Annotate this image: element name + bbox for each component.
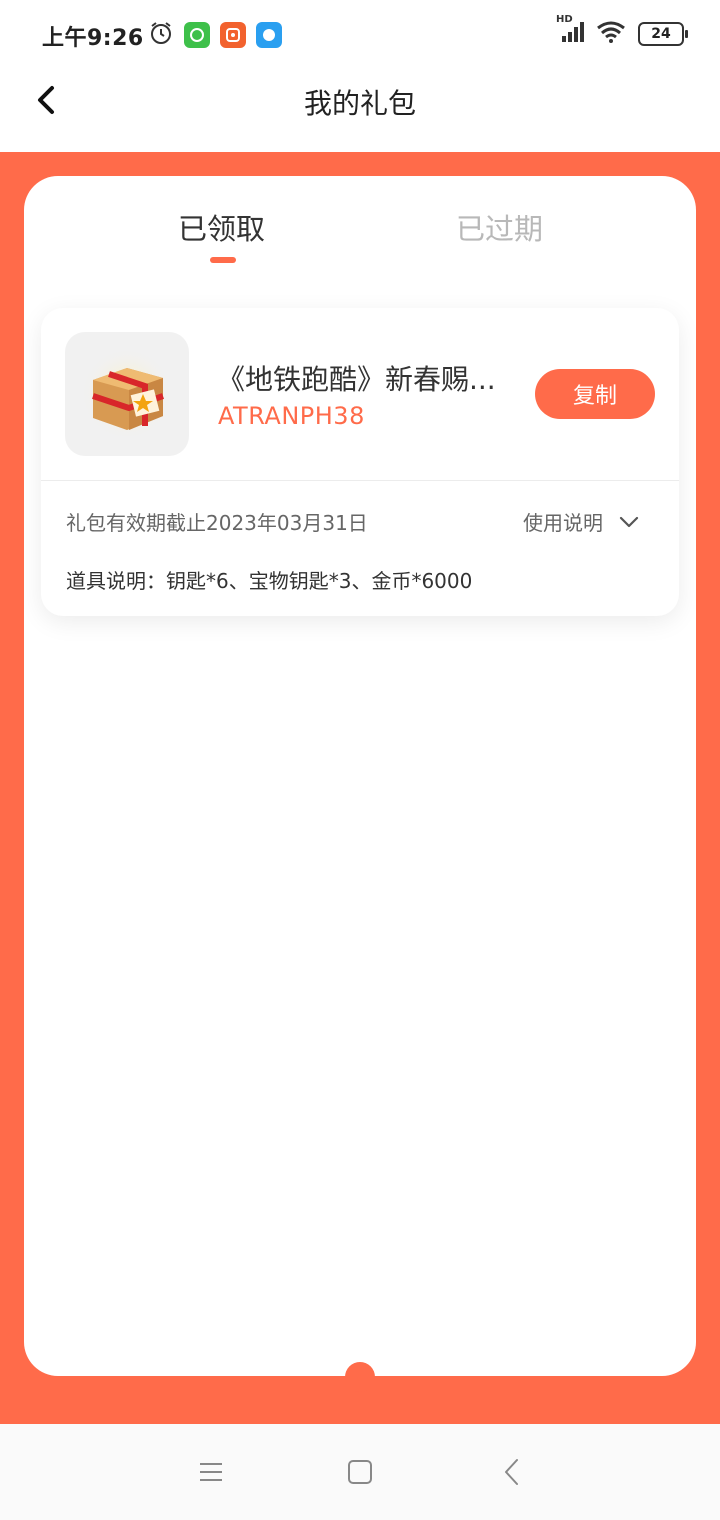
panel-notch: [345, 1362, 375, 1392]
home-icon: [348, 1460, 372, 1484]
tab-expired[interactable]: 已过期: [456, 206, 543, 248]
status-bar: 上午9:26 HD 24: [0, 0, 720, 70]
wifi-icon: [596, 20, 626, 48]
header: 我的礼包: [0, 70, 720, 152]
menu-button[interactable]: [195, 1456, 227, 1488]
app-blue-icon: [256, 22, 282, 48]
gift-name: 《地铁跑酷》新春赐...: [217, 363, 496, 396]
copy-button[interactable]: 复制: [535, 369, 655, 419]
signal-icon: HD: [556, 14, 584, 48]
back-icon: [505, 1459, 518, 1485]
alarm-icon: [148, 20, 174, 50]
status-notification-icons: [148, 20, 282, 50]
system-navigation-bar: [0, 1424, 720, 1520]
battery-level: 24: [651, 26, 671, 42]
validity-text: 礼包有效期截止2023年03月31日: [66, 511, 368, 535]
network-label: HD: [556, 14, 573, 25]
battery-icon: 24: [638, 22, 688, 46]
tab-indicator: [210, 257, 236, 263]
gift-box-icon: [65, 332, 189, 456]
usage-label: 使用说明: [523, 511, 603, 535]
usage-instructions-toggle[interactable]: 使用说明: [523, 507, 639, 536]
app-green-icon: [184, 22, 210, 48]
status-time: 上午9:26: [42, 26, 144, 51]
gift-code: ATRANPH38: [218, 402, 365, 430]
menu-icon: [200, 1463, 222, 1481]
app-orange-icon: [220, 22, 246, 48]
chevron-down-icon: [619, 516, 639, 527]
tab-claimed[interactable]: 已领取: [178, 206, 265, 248]
gift-panel: 已领取 已过期 《地铁跑酷》新春赐... ATRANPH38 复制 礼包有效期截…: [24, 176, 696, 1376]
page-title: 我的礼包: [303, 87, 416, 120]
home-button[interactable]: [344, 1456, 376, 1488]
tab-bar: 已领取 已过期: [24, 176, 696, 276]
nav-back-button[interactable]: [496, 1456, 528, 1488]
gift-card: 《地铁跑酷》新春赐... ATRANPH38 复制 礼包有效期截止2023年03…: [41, 308, 679, 616]
status-system-icons: HD 24: [556, 14, 688, 48]
card-divider: [41, 480, 679, 481]
items-description: 道具说明：钥匙*6、宝物钥匙*3、金币*6000: [66, 569, 473, 593]
